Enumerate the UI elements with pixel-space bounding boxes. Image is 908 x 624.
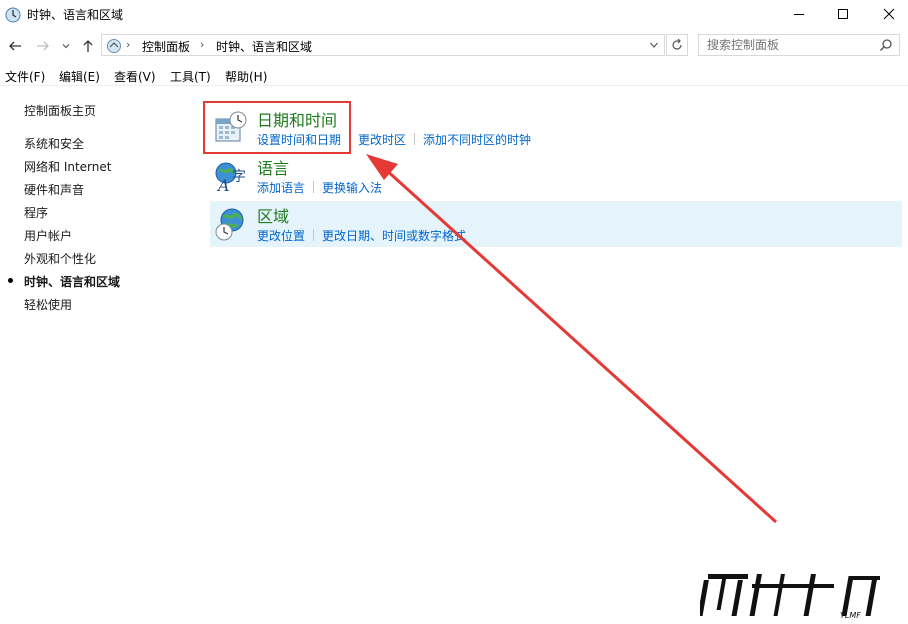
search-box[interactable]: [698, 34, 900, 56]
link-change-formats[interactable]: 更改日期、时间或数字格式: [322, 229, 466, 243]
sidebar-item-system-security[interactable]: 系统和安全: [24, 135, 84, 152]
menu-help[interactable]: 帮助(H): [225, 68, 267, 85]
back-arrow-icon: [9, 41, 21, 51]
chevron-down-icon: [650, 42, 658, 48]
breadcrumb-current[interactable]: 时钟、语言和区域: [216, 38, 312, 55]
close-icon: [883, 8, 895, 20]
ylmf-watermark-logo: YLMF: [700, 574, 880, 620]
search-icon: [879, 39, 892, 52]
breadcrumb-control-panel[interactable]: 控制面板: [142, 38, 190, 55]
current-item-bullet-icon: [8, 278, 13, 283]
link-add-clocks[interactable]: 添加不同时区的时钟: [423, 133, 531, 147]
breadcrumb-separator-icon: ›: [200, 38, 205, 51]
link-divider: [313, 229, 315, 241]
sidebar-item-network-internet[interactable]: 网络和 Internet: [24, 158, 111, 175]
control-panel-icon: [107, 39, 121, 53]
menu-view[interactable]: 查看(V): [114, 68, 156, 85]
menu-bar: 文件(F) 编辑(E) 查看(V) 工具(T) 帮助(H): [0, 64, 908, 86]
refresh-button[interactable]: [666, 34, 688, 56]
forward-arrow-icon: [37, 41, 49, 51]
language-icon: A 字: [215, 162, 246, 193]
back-button[interactable]: [6, 36, 24, 56]
sidebar-item-user-accounts[interactable]: 用户帐户: [24, 227, 72, 244]
category-language: A 字 语言 添加语言 更换输入法: [210, 153, 902, 199]
sidebar-item-appearance[interactable]: 外观和个性化: [24, 250, 96, 267]
up-arrow-icon: [83, 40, 93, 52]
minimize-button[interactable]: [776, 0, 822, 28]
link-change-time-zone[interactable]: 更改时区: [358, 133, 406, 147]
sidebar-item-control-panel-home[interactable]: 控制面板主页: [24, 102, 96, 119]
region-links: 更改位置 更改日期、时间或数字格式: [257, 227, 466, 244]
link-divider: [414, 133, 416, 145]
search-input[interactable]: [699, 35, 875, 55]
maximize-icon: [838, 9, 848, 19]
category-title-language[interactable]: 语言: [257, 155, 289, 179]
maximize-button[interactable]: [820, 0, 866, 28]
clock-globe-icon: [5, 7, 21, 23]
menu-file[interactable]: 文件(F): [5, 68, 45, 85]
annotation-highlight-box: [203, 101, 351, 154]
sidebar-item-ease-of-access[interactable]: 轻松使用: [24, 296, 72, 313]
menu-tools[interactable]: 工具(T): [170, 68, 211, 85]
link-add-language[interactable]: 添加语言: [257, 181, 305, 195]
up-button[interactable]: [79, 36, 97, 56]
svg-text:字: 字: [232, 169, 246, 185]
close-button[interactable]: [866, 0, 908, 28]
recent-dropdown-icon: [62, 44, 70, 49]
annotation-arrow: [366, 154, 778, 524]
link-change-input-method[interactable]: 更换输入法: [322, 181, 382, 195]
sidebar-item-programs[interactable]: 程序: [24, 204, 48, 221]
category-title-region[interactable]: 区域: [257, 203, 289, 227]
sidebar-item-clock-language-region[interactable]: 时钟、语言和区域: [24, 273, 120, 290]
navigation-bar: › 控制面板 › 时钟、语言和区域: [0, 32, 908, 60]
title-bar: 时钟、语言和区域: [0, 0, 908, 30]
minimize-icon: [794, 14, 804, 15]
breadcrumb-separator-icon: ›: [126, 38, 131, 51]
address-bar[interactable]: › 控制面板 › 时钟、语言和区域: [101, 34, 665, 56]
address-dropdown-button[interactable]: [646, 37, 662, 53]
recent-locations-button[interactable]: [59, 36, 73, 56]
refresh-icon: [672, 39, 682, 50]
language-links: 添加语言 更换输入法: [257, 179, 382, 196]
category-region: 区域 更改位置 更改日期、时间或数字格式: [210, 201, 902, 247]
link-change-location[interactable]: 更改位置: [257, 229, 305, 243]
svg-text:A: A: [216, 176, 230, 193]
sidebar-item-hardware-sound[interactable]: 硬件和声音: [24, 181, 84, 198]
forward-button[interactable]: [34, 36, 52, 56]
window-title: 时钟、语言和区域: [27, 8, 124, 22]
globe-clock-icon: [215, 208, 244, 241]
watermark-latin: YLMF: [840, 611, 861, 620]
link-divider: [313, 181, 315, 193]
menu-edit[interactable]: 编辑(E): [59, 68, 100, 85]
